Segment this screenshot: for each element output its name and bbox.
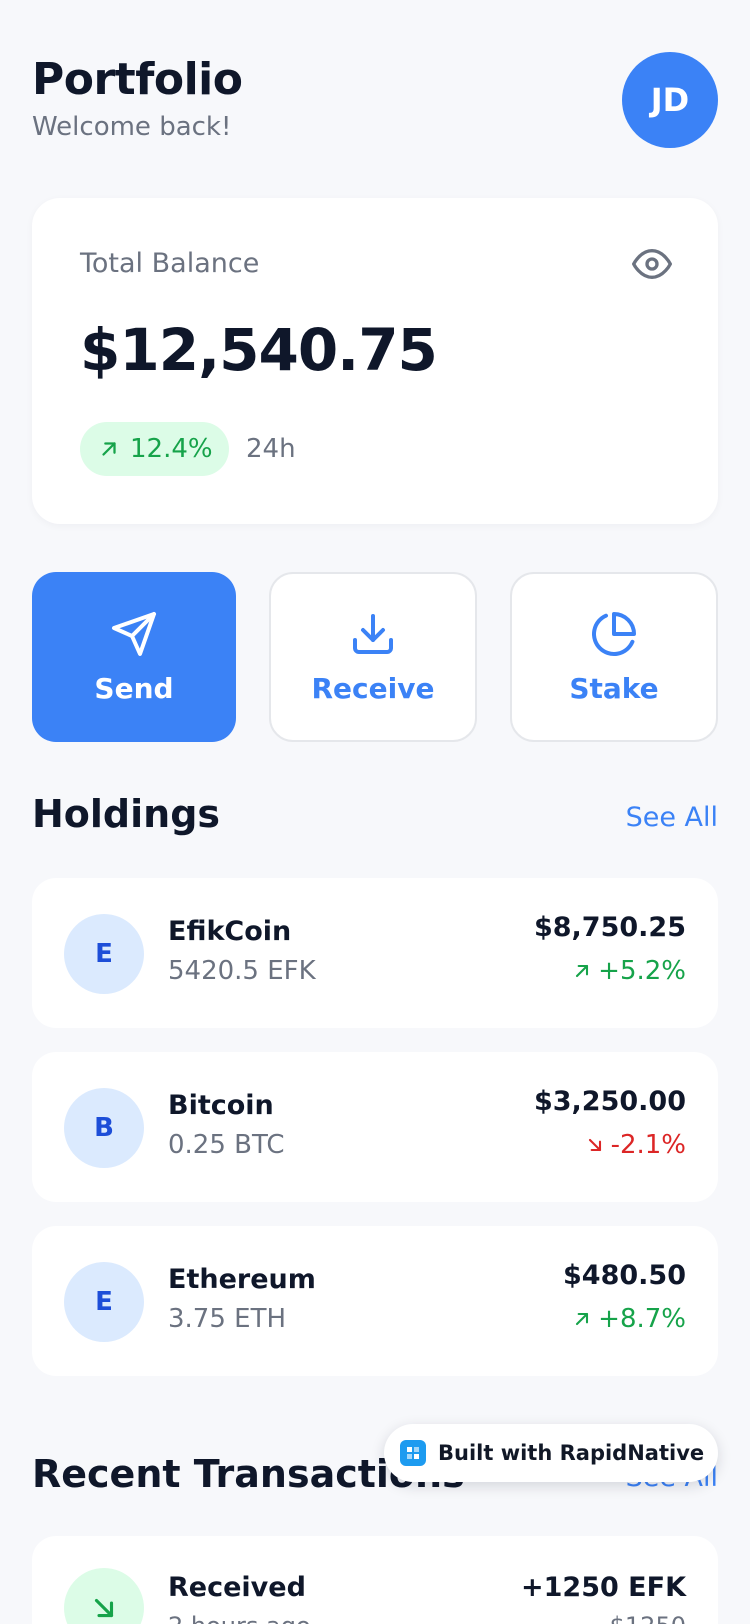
- holdings-title: Holdings: [32, 792, 221, 836]
- coin-value: $3,250.00: [533, 1086, 686, 1117]
- holdings-see-all-link[interactable]: See All: [626, 802, 718, 833]
- coin-name: Ethereum: [168, 1264, 316, 1295]
- avatar[interactable]: JD: [622, 52, 718, 148]
- transaction-title: Received: [168, 1572, 306, 1603]
- coin-change-value: +5.2%: [598, 956, 686, 986]
- arrow-up-right-icon: [576, 964, 589, 978]
- balance-period: 24h: [246, 434, 296, 464]
- send-label: Send: [94, 671, 174, 705]
- page-subtitle: Welcome back!: [32, 112, 232, 142]
- download-icon: [353, 613, 393, 654]
- coin-change-value: +8.7%: [598, 1304, 686, 1334]
- coin-name: EfikCoin: [168, 916, 292, 947]
- holding-row[interactable]: B Bitcoin 0.25 BTC $3,250.00 -2.1%: [32, 1052, 718, 1202]
- transaction-icon: [64, 1568, 144, 1624]
- send-button[interactable]: Send: [32, 572, 236, 742]
- coin-change: +8.7%: [572, 1304, 686, 1334]
- receive-button[interactable]: Receive: [269, 572, 477, 742]
- rapidnative-logo-icon: [400, 1440, 426, 1466]
- coin-value: $8,750.25: [533, 912, 686, 943]
- receive-label: Receive: [311, 671, 435, 705]
- pie-chart-icon: [592, 611, 636, 656]
- coin-name: Bitcoin: [168, 1090, 274, 1121]
- header: Portfolio Welcome back! JD: [32, 52, 718, 152]
- coin-avatar: E: [64, 914, 144, 994]
- coin-amount: 5420.5 EFK: [168, 956, 316, 986]
- transaction-time: 2 hours ago: [168, 1612, 311, 1624]
- arrow-up-right-icon: [102, 442, 116, 456]
- arrow-up-right-icon: [576, 1312, 589, 1326]
- balance-label: Total Balance: [80, 248, 260, 279]
- coin-amount: 0.25 BTC: [168, 1130, 285, 1160]
- coin-change: -2.1%: [585, 1130, 686, 1160]
- arrow-down-left-icon: [94, 1598, 114, 1618]
- quick-actions: Send Receive Stake: [32, 572, 718, 742]
- send-icon: [112, 611, 156, 656]
- stake-button[interactable]: Stake: [510, 572, 718, 742]
- balance-change-value: 12.4%: [130, 434, 213, 464]
- balance-amount: $12,540.75: [80, 316, 438, 384]
- page-title: Portfolio: [32, 54, 243, 105]
- coin-avatar: E: [64, 1262, 144, 1342]
- balance-card: Total Balance $12,540.75 12.4% 24h: [32, 198, 718, 524]
- transaction-fiat: $1250: [610, 1612, 686, 1624]
- coin-avatar: B: [64, 1088, 144, 1168]
- transaction-row[interactable]: Received 2 hours ago +1250 EFK $1250: [32, 1536, 718, 1624]
- coin-amount: 3.75 ETH: [168, 1304, 287, 1334]
- arrow-down-right-icon: [588, 1138, 601, 1152]
- holding-row[interactable]: E EfikCoin 5420.5 EFK $8,750.25 +5.2%: [32, 878, 718, 1028]
- coin-value: $480.50: [563, 1260, 686, 1291]
- balance-change-badge: 12.4%: [80, 422, 229, 476]
- coin-change: +5.2%: [572, 956, 686, 986]
- coin-change-value: -2.1%: [610, 1130, 686, 1160]
- built-with-badge[interactable]: Built with RapidNative: [384, 1424, 718, 1482]
- stake-label: Stake: [569, 671, 659, 705]
- eye-icon[interactable]: [632, 244, 672, 284]
- transaction-amount: +1250 EFK: [521, 1572, 686, 1603]
- holding-row[interactable]: E Ethereum 3.75 ETH $480.50 +8.7%: [32, 1226, 718, 1376]
- badge-label: Built with RapidNative: [438, 1441, 705, 1465]
